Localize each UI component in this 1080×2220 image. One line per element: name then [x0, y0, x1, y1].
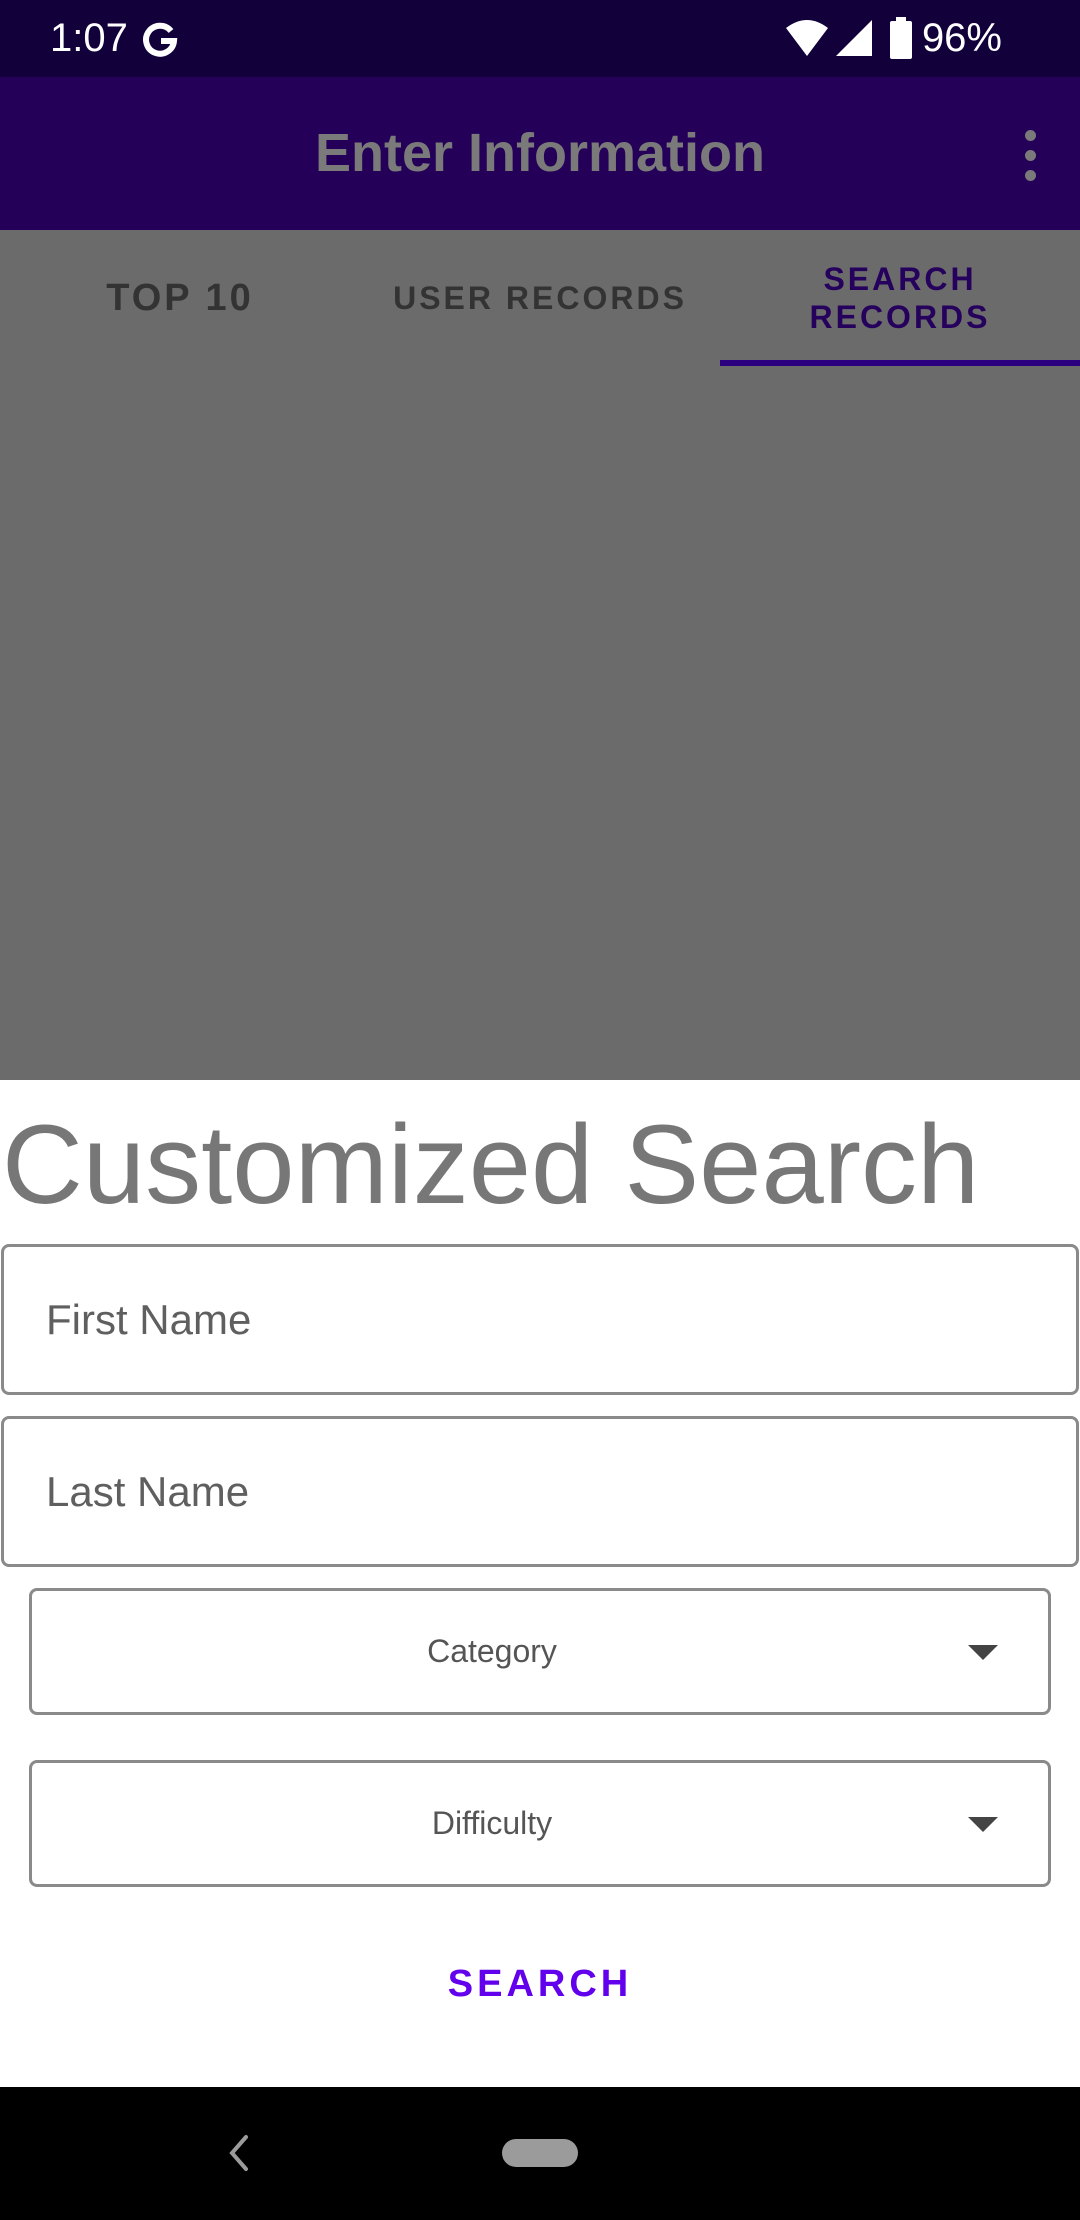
- wifi-icon: [785, 20, 828, 56]
- selected-tab-indicator: [720, 360, 1080, 366]
- difficulty-label: Difficulty: [431, 1805, 553, 1841]
- dropdown-arrow-icon: [968, 1817, 998, 1832]
- last-name-field[interactable]: [1, 1416, 1079, 1567]
- sheet-title: Customized Search: [2, 1102, 980, 1227]
- customized-search-sheet: Customized Search Category Difficulty SE…: [0, 1080, 1080, 2087]
- app-bar: Enter Information: [0, 77, 1080, 230]
- status-time: 1:07: [50, 16, 128, 60]
- google-g-icon: [143, 22, 178, 57]
- screen: 1:07 96% Enter Information TOP 10 USER R: [0, 0, 1080, 2220]
- tab-search-records[interactable]: SEARCH RECORDS: [720, 230, 1080, 366]
- system-nav-bar: [0, 2087, 1080, 2220]
- app-title: Enter Information: [314, 123, 765, 183]
- status-bar: 1:07 96%: [0, 0, 1080, 77]
- battery-percent: 96%: [921, 15, 1002, 60]
- tab-bar-dimmed: TOP 10 USER RECORDS SEARCH RECORDS: [0, 230, 1080, 1080]
- home-pill-icon[interactable]: [502, 2139, 578, 2167]
- tab-user-records[interactable]: USER RECORDS: [360, 230, 720, 366]
- difficulty-dropdown[interactable]: Difficulty: [29, 1760, 1051, 1887]
- back-icon[interactable]: [222, 2131, 256, 2175]
- category-dropdown[interactable]: Category: [29, 1588, 1051, 1715]
- more-vert-icon[interactable]: [1000, 115, 1060, 195]
- first-name-field[interactable]: [1, 1244, 1079, 1395]
- tab-top-10[interactable]: TOP 10: [0, 230, 360, 366]
- search-button[interactable]: SEARCH: [390, 1940, 690, 2026]
- category-label: Category: [427, 1633, 557, 1669]
- signal-icon: [835, 20, 872, 56]
- dropdown-arrow-icon: [968, 1645, 998, 1660]
- status-icons: 96%: [784, 14, 1002, 62]
- battery-icon: [889, 17, 912, 59]
